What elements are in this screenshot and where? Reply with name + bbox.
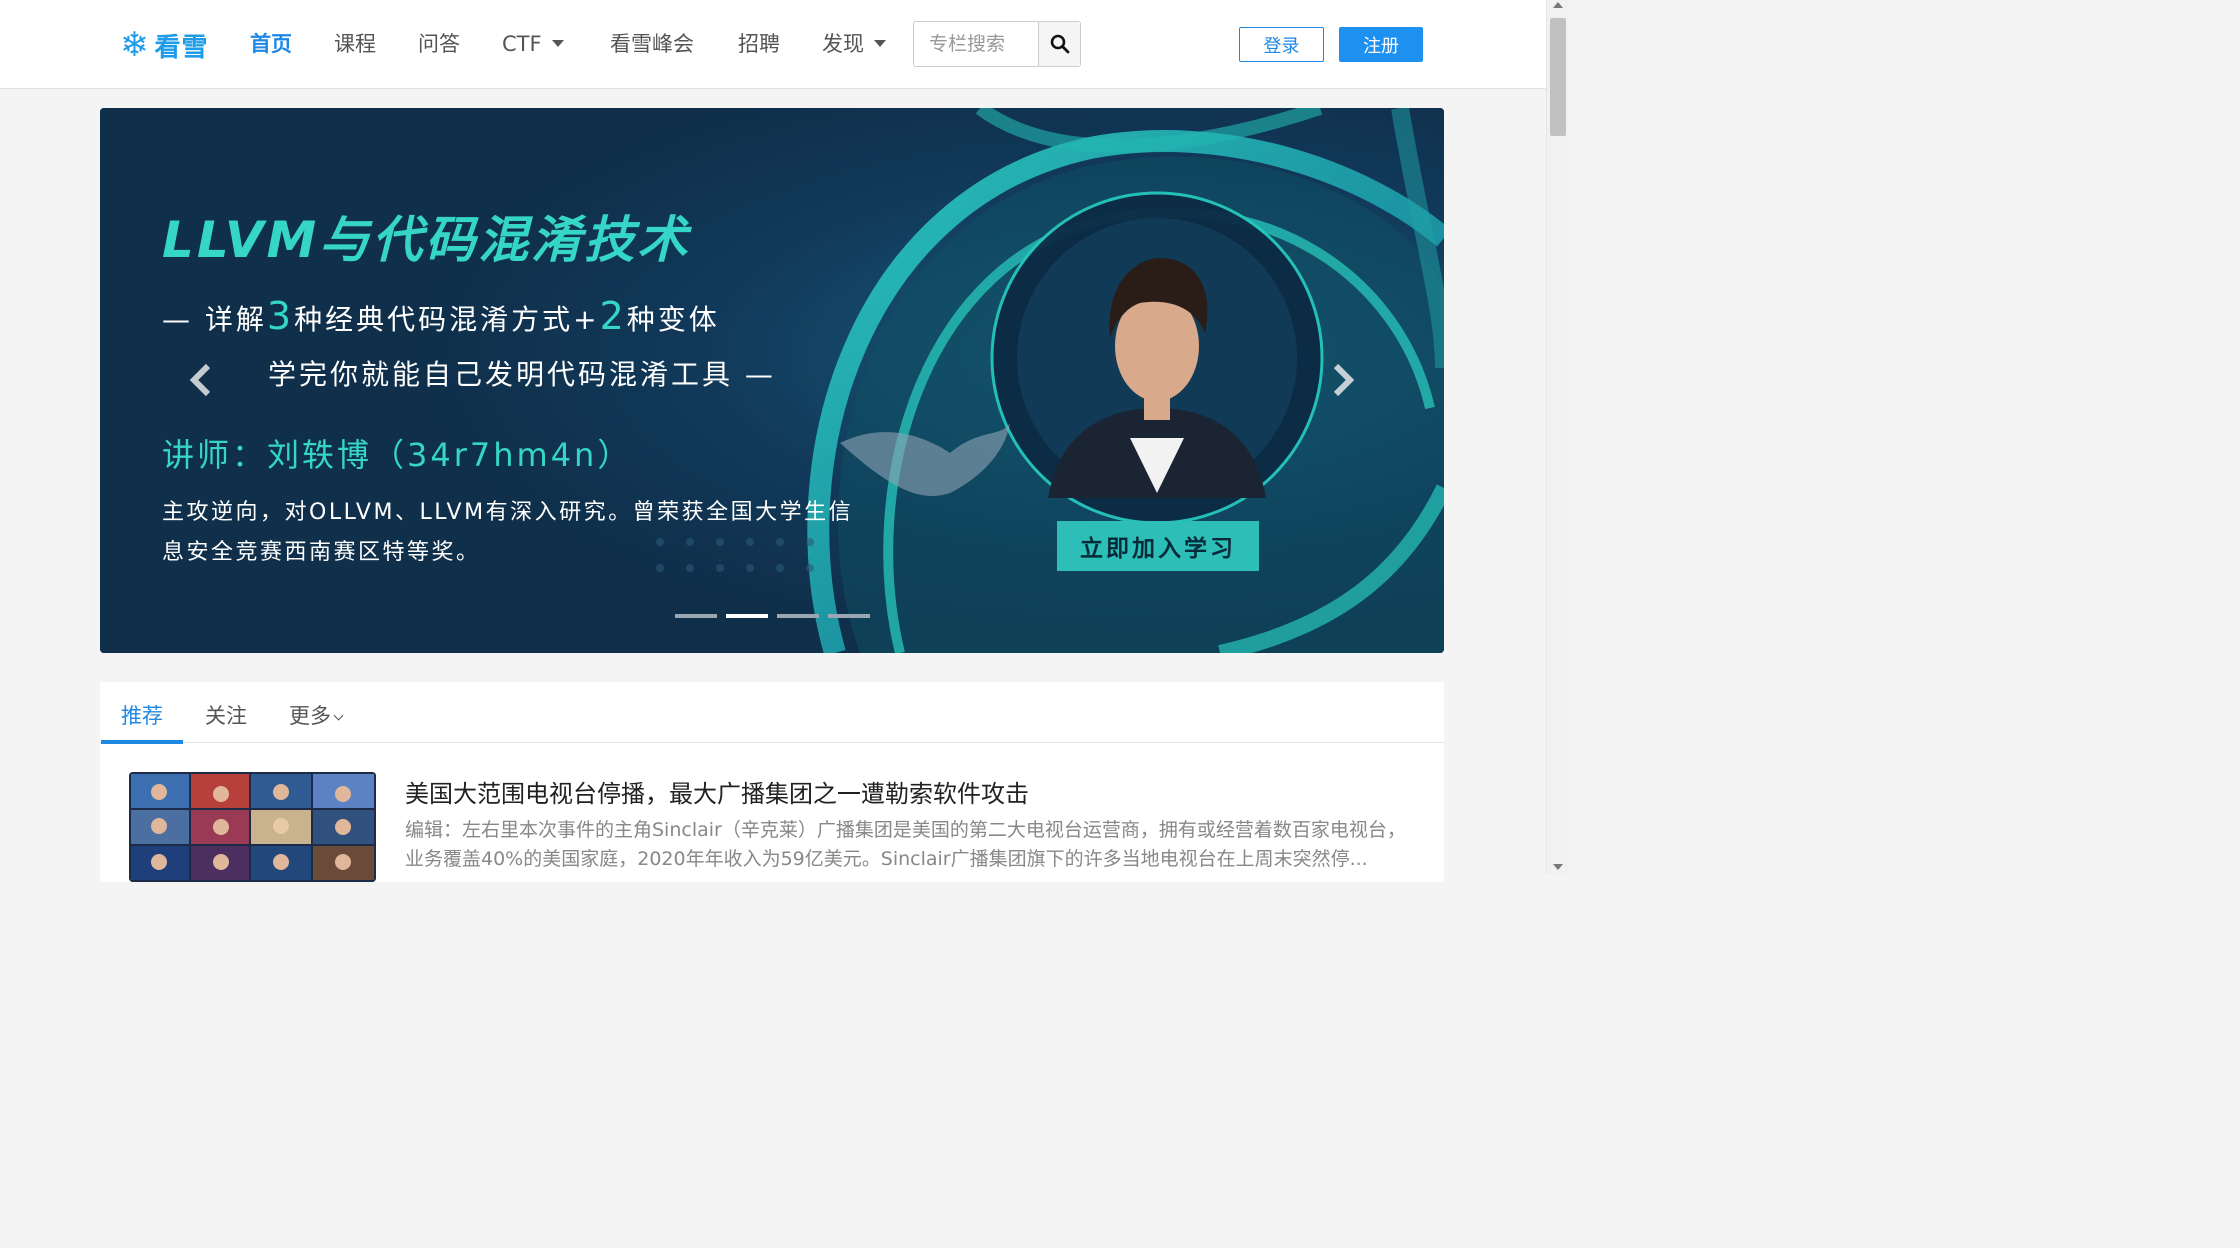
nav-discover[interactable]: 发现: [822, 30, 886, 58]
banner-line1-post: 种变体: [626, 303, 720, 336]
banner-instructor: 讲师：刘轶博（34r7hm4n）: [162, 436, 633, 474]
carousel-indicator[interactable]: [777, 614, 819, 618]
nav-ctf-label: CTF: [502, 32, 542, 56]
tab-more-label: 更多: [289, 704, 331, 728]
nav-home[interactable]: 首页: [250, 30, 292, 58]
banner-subtitle-1: — 详解3种经典代码混淆方式+2种变体: [162, 294, 720, 338]
nav-courses[interactable]: 课程: [334, 30, 376, 58]
nav-summit[interactable]: 看雪峰会: [610, 30, 694, 58]
chevron-down-icon: [333, 710, 344, 721]
article-title[interactable]: 美国大范围电视台停播，最大广播集团之一遭勒索软件攻击: [405, 774, 1029, 809]
banner-title: LLVM与代码混淆技术: [162, 211, 691, 269]
search-icon: [1050, 34, 1069, 54]
carousel-indicator[interactable]: [828, 614, 870, 618]
nav-qa[interactable]: 问答: [418, 30, 460, 58]
article-feed: 推荐 关注 更多 美国大范围电视台停播，最大广播集团之一遭勒索软件攻击 编辑：左…: [100, 682, 1444, 882]
search-button[interactable]: [1038, 22, 1080, 66]
nav-jobs[interactable]: 招聘: [738, 30, 780, 58]
banner-description: 主攻逆向，对OLLVM、LLVM有深入研究。曾荣获全国大学生信息安全竞赛西南赛区…: [162, 500, 854, 565]
tv-news-collage-image: [129, 772, 376, 882]
article-summary: 编辑：左右里本次事件的主角Sinclair（辛克莱）广播集团是美国的第二大电视台…: [405, 819, 1406, 870]
caret-down-icon: [551, 39, 564, 47]
banner-number-2: 2: [599, 294, 627, 338]
page-scrollbar[interactable]: [1546, 0, 1568, 874]
top-navbar: ❄ 看雪 首页 课程 问答 CTF 看雪峰会 招聘 发现 登录 注册: [0, 0, 1546, 89]
course-banner-carousel[interactable]: LLVM与代码混淆技术 — 详解3种经典代码混淆方式+2种变体 学完你就能自己发…: [100, 108, 1444, 653]
search-box: [913, 21, 1081, 67]
scroll-up-arrow-icon[interactable]: [1553, 2, 1563, 8]
banner-subtitle-2: 学完你就能自己发明代码混淆工具 —: [268, 358, 776, 391]
article-thumbnail[interactable]: [129, 772, 376, 882]
tab-recommended[interactable]: 推荐: [121, 700, 163, 730]
logo-text: 看雪: [154, 32, 209, 63]
join-course-button[interactable]: 立即加入学习: [1057, 521, 1259, 571]
carousel-indicator[interactable]: [675, 614, 717, 618]
active-tab-indicator: [101, 740, 183, 744]
nav-discover-label: 发现: [822, 32, 864, 56]
scrollbar-thumb[interactable]: [1550, 18, 1566, 136]
site-logo[interactable]: ❄ 看雪: [120, 26, 209, 64]
register-button[interactable]: 注册: [1339, 27, 1423, 62]
snowflake-logo-icon: ❄: [120, 25, 149, 65]
login-button[interactable]: 登录: [1239, 27, 1324, 62]
banner-number-1: 3: [266, 294, 295, 338]
carousel-indicators: [675, 614, 870, 618]
feed-tabs: 推荐 关注 更多: [100, 682, 1444, 744]
carousel-next-arrow-icon[interactable]: [1328, 362, 1358, 398]
banner-line1-pre: — 详解: [162, 303, 267, 336]
tab-more[interactable]: 更多: [289, 700, 344, 730]
nav-ctf[interactable]: CTF: [502, 30, 564, 58]
search-input[interactable]: [914, 22, 1039, 66]
tab-following[interactable]: 关注: [205, 700, 247, 730]
carousel-indicator-active[interactable]: [726, 614, 768, 618]
carousel-prev-arrow-icon[interactable]: [186, 362, 216, 398]
caret-down-icon: [874, 39, 886, 47]
scroll-down-arrow-icon[interactable]: [1553, 864, 1563, 870]
banner-line1-mid: 种经典代码混淆方式+: [294, 303, 600, 336]
